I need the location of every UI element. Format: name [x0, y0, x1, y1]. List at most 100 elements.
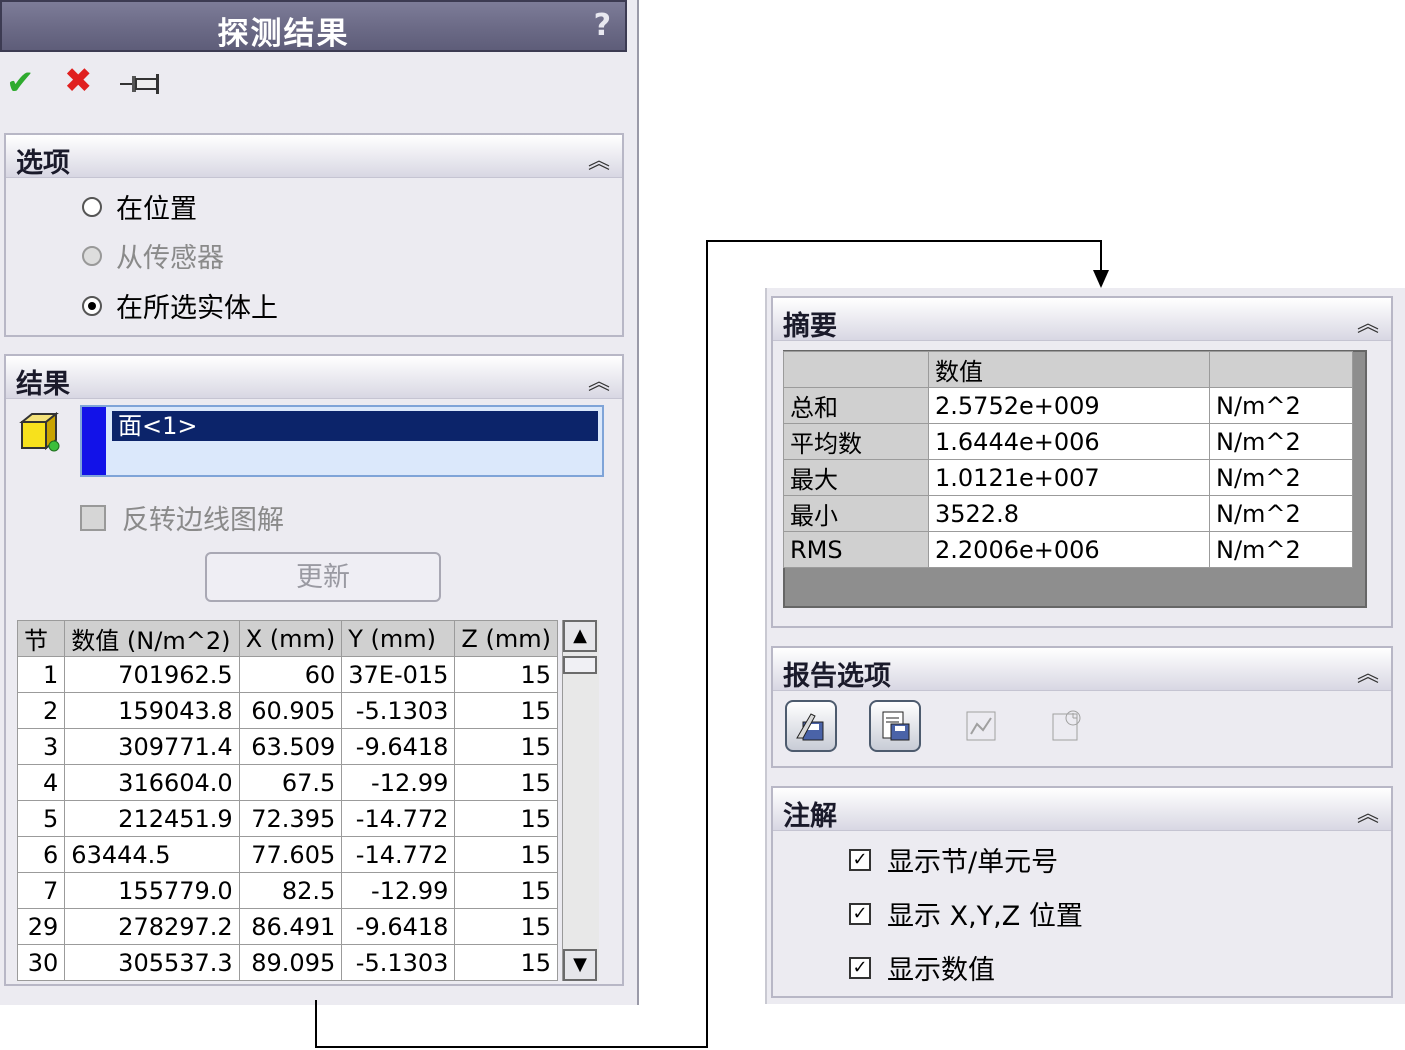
cell: 3522.8 — [928, 495, 1210, 532]
checkmark-icon[interactable]: ✔ — [6, 66, 35, 100]
options-group: 选项 ︽ 在位置 从传感器 在所选实体上 — [4, 133, 624, 337]
table-row[interactable]: 平均数 1.6444e+006 N/m^2 — [783, 423, 1353, 460]
cell: 316604.0 — [64, 764, 240, 801]
cell: -9.6418 — [341, 728, 456, 765]
collapse-icon[interactable]: ︽ — [1357, 306, 1379, 338]
cell: 72.395 — [238, 800, 343, 837]
column-header[interactable]: 数值 (N/m^2) — [64, 620, 240, 657]
cell: 4 — [16, 764, 66, 801]
radio-icon[interactable] — [82, 245, 102, 266]
selection-item[interactable]: 面<1> — [112, 411, 598, 441]
show-xyz-location-checkbox[interactable]: ✓ 显示 X,Y,Z 位置 — [849, 894, 1083, 933]
cell: -12.99 — [341, 872, 456, 909]
flip-edge-checkbox-row[interactable]: 反转边线图解 — [80, 498, 284, 537]
column-header[interactable]: 数值 — [928, 351, 1210, 388]
cell: 89.095 — [238, 944, 343, 981]
table-row[interactable]: 最小 3522.8 N/m^2 — [783, 495, 1353, 532]
radio-label: 从传感器 — [116, 243, 224, 274]
table-row[interactable]: 2 159043.8 60.905 -5.1303 15 — [16, 692, 558, 729]
cell: 15 — [454, 728, 558, 765]
cell: N/m^2 — [1209, 495, 1353, 532]
scroll-up-icon[interactable]: ▲ — [563, 620, 597, 652]
show-value-checkbox[interactable]: ✓ 显示数值 — [849, 948, 995, 987]
flip-edge-label: 反转边线图解 — [122, 505, 284, 536]
cell: 15 — [454, 764, 558, 801]
scroll-down-icon[interactable]: ▼ — [563, 949, 597, 981]
options-header[interactable]: 选项 ︽ — [6, 135, 622, 179]
table-row[interactable]: 30 305537.3 89.095 -5.1303 15 — [16, 944, 558, 981]
checkbox-label: 显示节/单元号 — [887, 847, 1059, 878]
help-button[interactable]: ? — [594, 8, 611, 43]
annotation-title: 注解 — [783, 801, 837, 832]
radio-on-selected-entities[interactable]: 在所选实体上 — [82, 286, 278, 325]
table-row[interactable]: 总和 2.5752e+009 N/m^2 — [783, 387, 1353, 424]
checkbox-checked-icon[interactable]: ✓ — [849, 902, 871, 925]
table-row[interactable]: 5 212451.9 72.395 -14.772 15 — [16, 800, 558, 837]
table-header-row: 数值 — [783, 351, 1353, 388]
radio-icon[interactable] — [82, 295, 102, 316]
column-header[interactable]: Z (mm) — [454, 620, 558, 657]
summary-table: 数值 总和 2.5752e+009 N/m^2 平均数 1.6444e+006 N/m^… — [783, 351, 1353, 568]
panel-title: 探测结果 — [217, 16, 350, 52]
cell: 63.509 — [238, 728, 343, 765]
cell: 1.0121e+007 — [928, 459, 1210, 496]
report-options-header[interactable]: 报告选项 ︽ — [773, 648, 1391, 692]
summary-header[interactable]: 摘要 ︽ — [773, 298, 1391, 342]
table-row[interactable]: 3 309771.4 63.509 -9.6418 15 — [16, 728, 558, 765]
face-selection-icon — [18, 410, 62, 454]
collapse-icon[interactable]: ︽ — [588, 143, 610, 175]
scroll-thumb[interactable] — [563, 656, 597, 674]
show-node-number-checkbox[interactable]: ✓ 显示节/单元号 — [849, 840, 1058, 879]
cell: 2.2006e+006 — [928, 531, 1210, 568]
cell: 2 — [16, 692, 66, 729]
save-report-icon[interactable] — [785, 700, 837, 752]
selection-color-swatch — [82, 407, 106, 475]
cell: 67.5 — [238, 764, 343, 801]
connector-line — [1100, 240, 1102, 274]
checkbox-checked-icon[interactable]: ✓ — [849, 848, 871, 871]
update-button[interactable]: 更新 — [205, 552, 441, 602]
radio-at-location[interactable]: 在位置 — [82, 187, 197, 226]
collapse-icon[interactable]: ︽ — [588, 364, 610, 396]
column-header[interactable]: Y (mm) — [341, 620, 456, 657]
pushpin-icon[interactable] — [118, 64, 162, 104]
cell: -5.1303 — [341, 692, 456, 729]
cell: 159043.8 — [64, 692, 240, 729]
table-row[interactable]: RMS 2.2006e+006 N/m^2 — [783, 531, 1353, 568]
checkbox-icon[interactable] — [80, 504, 106, 531]
save-data-icon[interactable] — [869, 700, 921, 752]
cell: -9.6418 — [341, 908, 456, 945]
column-header[interactable]: X (mm) — [238, 620, 343, 657]
row-header: 最大 — [783, 459, 929, 496]
radio-from-sensor[interactable]: 从传感器 — [82, 236, 224, 275]
cell: 701962.5 — [64, 656, 240, 693]
radio-icon[interactable] — [82, 196, 102, 217]
checkbox-checked-icon[interactable]: ✓ — [849, 956, 871, 979]
row-header: 总和 — [783, 387, 929, 424]
table-scrollbar[interactable]: ▲ ▼ — [562, 620, 599, 981]
table-row[interactable]: 7 155779.0 82.5 -12.99 15 — [16, 872, 558, 909]
report-graph-icon[interactable] — [1041, 700, 1093, 752]
row-header: 最小 — [783, 495, 929, 532]
results-header[interactable]: 结果 ︽ — [6, 356, 622, 400]
table-row[interactable]: 1 701962.5 60 37E-015 15 — [16, 656, 558, 693]
connector-line — [315, 1046, 708, 1048]
selection-list[interactable]: 面<1> — [80, 405, 604, 477]
cell: 82.5 — [238, 872, 343, 909]
checkbox-label: 显示 X,Y,Z 位置 — [887, 901, 1083, 932]
graph-icon[interactable] — [955, 700, 1007, 752]
annotation-header[interactable]: 注解 ︽ — [773, 788, 1391, 832]
report-options-title: 报告选项 — [783, 661, 891, 692]
table-row[interactable]: 29 278297.2 86.491 -9.6418 15 — [16, 908, 558, 945]
cell: -12.99 — [341, 764, 456, 801]
cross-icon[interactable]: ✖ — [64, 64, 93, 98]
collapse-icon[interactable]: ︽ — [1357, 796, 1379, 828]
collapse-icon[interactable]: ︽ — [1357, 656, 1379, 688]
table-row[interactable]: 最大 1.0121e+007 N/m^2 — [783, 459, 1353, 496]
column-header — [1209, 351, 1353, 388]
cell: 2.5752e+009 — [928, 387, 1210, 424]
summary-title: 摘要 — [783, 311, 837, 342]
table-row[interactable]: 4 316604.0 67.5 -12.99 15 — [16, 764, 558, 801]
column-header[interactable]: 节 — [16, 620, 66, 657]
table-row[interactable]: 6 63444.5 77.605 -14.772 15 — [16, 836, 558, 873]
